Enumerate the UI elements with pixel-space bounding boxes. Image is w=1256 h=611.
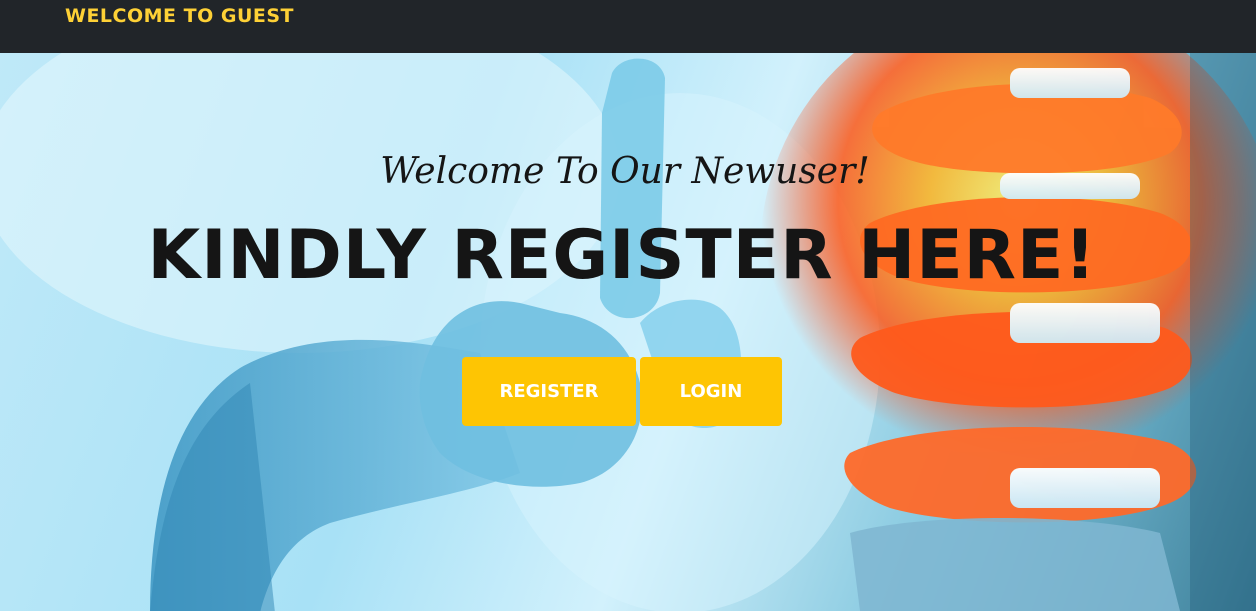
hero-section: Welcome To Our Newuser! KINDLY REGISTER … [0,53,1256,611]
login-button[interactable]: LOGIN [640,357,782,426]
top-navbar: WELCOME TO GUEST [0,0,1256,53]
hero-subheading: Welcome To Our Newuser! [380,151,870,192]
navbar-brand[interactable]: WELCOME TO GUEST [65,5,294,27]
hero-heading: KINDLY REGISTER HERE! [147,216,1097,295]
register-button[interactable]: REGISTER [462,357,636,426]
hero-background-image [0,53,1256,611]
